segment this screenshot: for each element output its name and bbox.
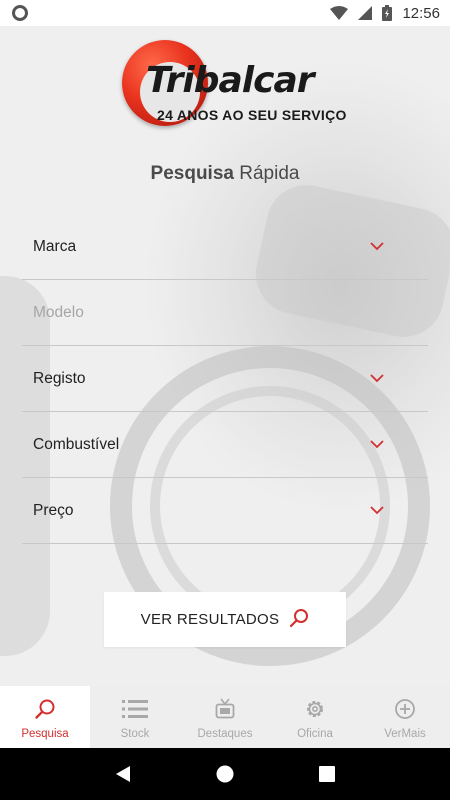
- page-title-regular: Rápida: [233, 163, 300, 184]
- tv-icon: [215, 697, 235, 721]
- recents-icon[interactable]: [319, 766, 336, 782]
- ver-resultados-button[interactable]: VER RESULTADOS: [104, 592, 346, 647]
- plus-circle-icon: [394, 697, 416, 721]
- nav-label-destaques: Destaques: [197, 728, 253, 740]
- status-time: 12:56: [402, 4, 440, 22]
- nav-label-vermais: VerMais: [384, 728, 426, 740]
- status-right: 12:56: [330, 5, 440, 22]
- search-icon: [34, 697, 56, 721]
- bottom-nav: Pesquisa Stock Destaques Oficina VerMais: [0, 686, 450, 748]
- system-nav-bar: [0, 748, 450, 800]
- nav-item-oficina[interactable]: Oficina: [270, 686, 360, 748]
- marca-select[interactable]: Marca: [22, 214, 428, 280]
- wifi-icon: [330, 6, 349, 20]
- nav-item-vermais[interactable]: VerMais: [360, 686, 450, 748]
- status-left: [12, 5, 28, 21]
- registo-label: Registo: [33, 369, 86, 387]
- combustivel-label: Combustível: [33, 435, 120, 453]
- gear-icon: [304, 697, 326, 721]
- nav-item-pesquisa[interactable]: Pesquisa: [0, 686, 90, 748]
- combustivel-select[interactable]: Combustível: [22, 412, 428, 478]
- ver-resultados-label: VER RESULTADOS: [140, 611, 280, 628]
- chevron-down-icon: [370, 438, 384, 452]
- search-screen: Tribalcar 24 ANOS AO SEU SERVIÇO Pesquis…: [0, 26, 450, 686]
- nav-item-stock[interactable]: Stock: [90, 686, 180, 748]
- preco-label: Preço: [33, 501, 74, 519]
- back-icon[interactable]: [115, 765, 131, 783]
- tribalcar-logo: Tribalcar 24 ANOS AO SEU SERVIÇO: [120, 34, 346, 130]
- marca-label: Marca: [33, 237, 77, 255]
- preco-select[interactable]: Preço: [22, 478, 428, 544]
- nav-label-pesquisa: Pesquisa: [21, 728, 69, 740]
- search-icon: [289, 608, 309, 631]
- nav-label-stock: Stock: [120, 728, 150, 740]
- chevron-down-icon: [370, 504, 384, 518]
- signal-icon: [358, 6, 373, 20]
- logo-name: Tribalcar: [146, 60, 314, 101]
- page-title: Pesquisa Rápida: [0, 163, 450, 185]
- nav-item-destaques[interactable]: Destaques: [180, 686, 270, 748]
- modelo-input[interactable]: Modelo: [22, 280, 428, 346]
- home-icon[interactable]: [216, 765, 234, 783]
- status-bar: 12:56: [0, 0, 450, 26]
- chevron-down-icon: [370, 372, 384, 386]
- notification-dot-icon: [12, 5, 28, 21]
- chevron-down-icon: [370, 240, 384, 254]
- list-icon: [122, 697, 148, 721]
- page-title-bold: Pesquisa: [150, 163, 234, 184]
- battery-icon: [382, 5, 393, 21]
- modelo-placeholder: Modelo: [33, 303, 84, 321]
- registo-select[interactable]: Registo: [22, 346, 428, 412]
- logo-tagline: 24 ANOS AO SEU SERVIÇO: [157, 107, 347, 123]
- nav-label-oficina: Oficina: [297, 728, 333, 740]
